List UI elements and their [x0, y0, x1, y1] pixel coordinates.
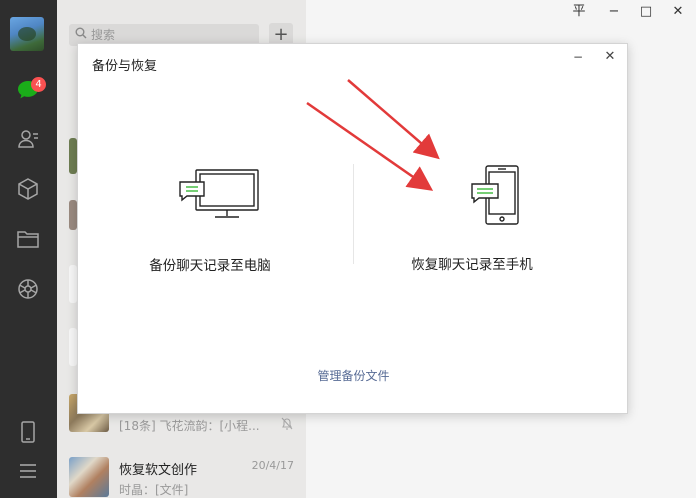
minimize-button[interactable]: −: [603, 4, 625, 20]
chat-thumb: [69, 265, 77, 303]
sidebar: 4: [0, 0, 57, 498]
backup-to-pc-option[interactable]: 备份聊天记录至电脑: [130, 166, 290, 274]
pin-button[interactable]: 平: [568, 4, 590, 20]
folder-icon[interactable]: [14, 225, 42, 253]
chat-preview: 时晶：[文件]: [119, 483, 189, 497]
contacts-icon[interactable]: [14, 125, 42, 153]
chat-date: 20/4/17: [251, 459, 294, 472]
monitor-icon: [148, 166, 290, 226]
backup-label: 备份聊天记录至电脑: [149, 258, 271, 274]
close-button[interactable]: ✕: [667, 4, 689, 20]
group-avatar: [69, 457, 109, 497]
chat-thumb: [69, 138, 77, 174]
search-input[interactable]: [91, 28, 251, 42]
restore-to-phone-option[interactable]: 恢复聊天记录至手机: [392, 162, 552, 273]
search-icon: [75, 27, 87, 43]
restore-label: 恢复聊天记录至手机: [411, 257, 533, 273]
backup-restore-dialog: 备份与恢复 − ✕ 备份聊天记录至电脑 恢复聊天记录至手机 管理备份文件: [77, 43, 628, 414]
chat-name: 恢复软文创作: [119, 463, 198, 478]
maximize-button[interactable]: □: [635, 4, 657, 20]
box-icon[interactable]: [14, 175, 42, 203]
manage-backup-link[interactable]: 管理备份文件: [78, 367, 629, 384]
menu-icon[interactable]: [14, 457, 42, 485]
dialog-title: 备份与恢复: [92, 59, 158, 74]
moments-icon[interactable]: [14, 275, 42, 303]
phone-icon[interactable]: [14, 418, 42, 446]
list-item[interactable]: 恢复软文创作 20/4/17 时晶：[文件]: [57, 452, 306, 498]
dialog-close-button[interactable]: ✕: [600, 50, 620, 66]
dialog-minimize-button[interactable]: −: [568, 50, 588, 66]
avatar[interactable]: [10, 17, 44, 51]
chat-thumb: [69, 328, 77, 366]
unread-badge: 4: [31, 77, 46, 92]
mute-bell-icon: [281, 417, 293, 434]
chat-preview: [18条] 飞花流韵：[小程...: [119, 419, 260, 433]
chat-thumb: [69, 200, 77, 230]
divider: [353, 164, 354, 264]
phone-chat-icon: [432, 162, 552, 230]
